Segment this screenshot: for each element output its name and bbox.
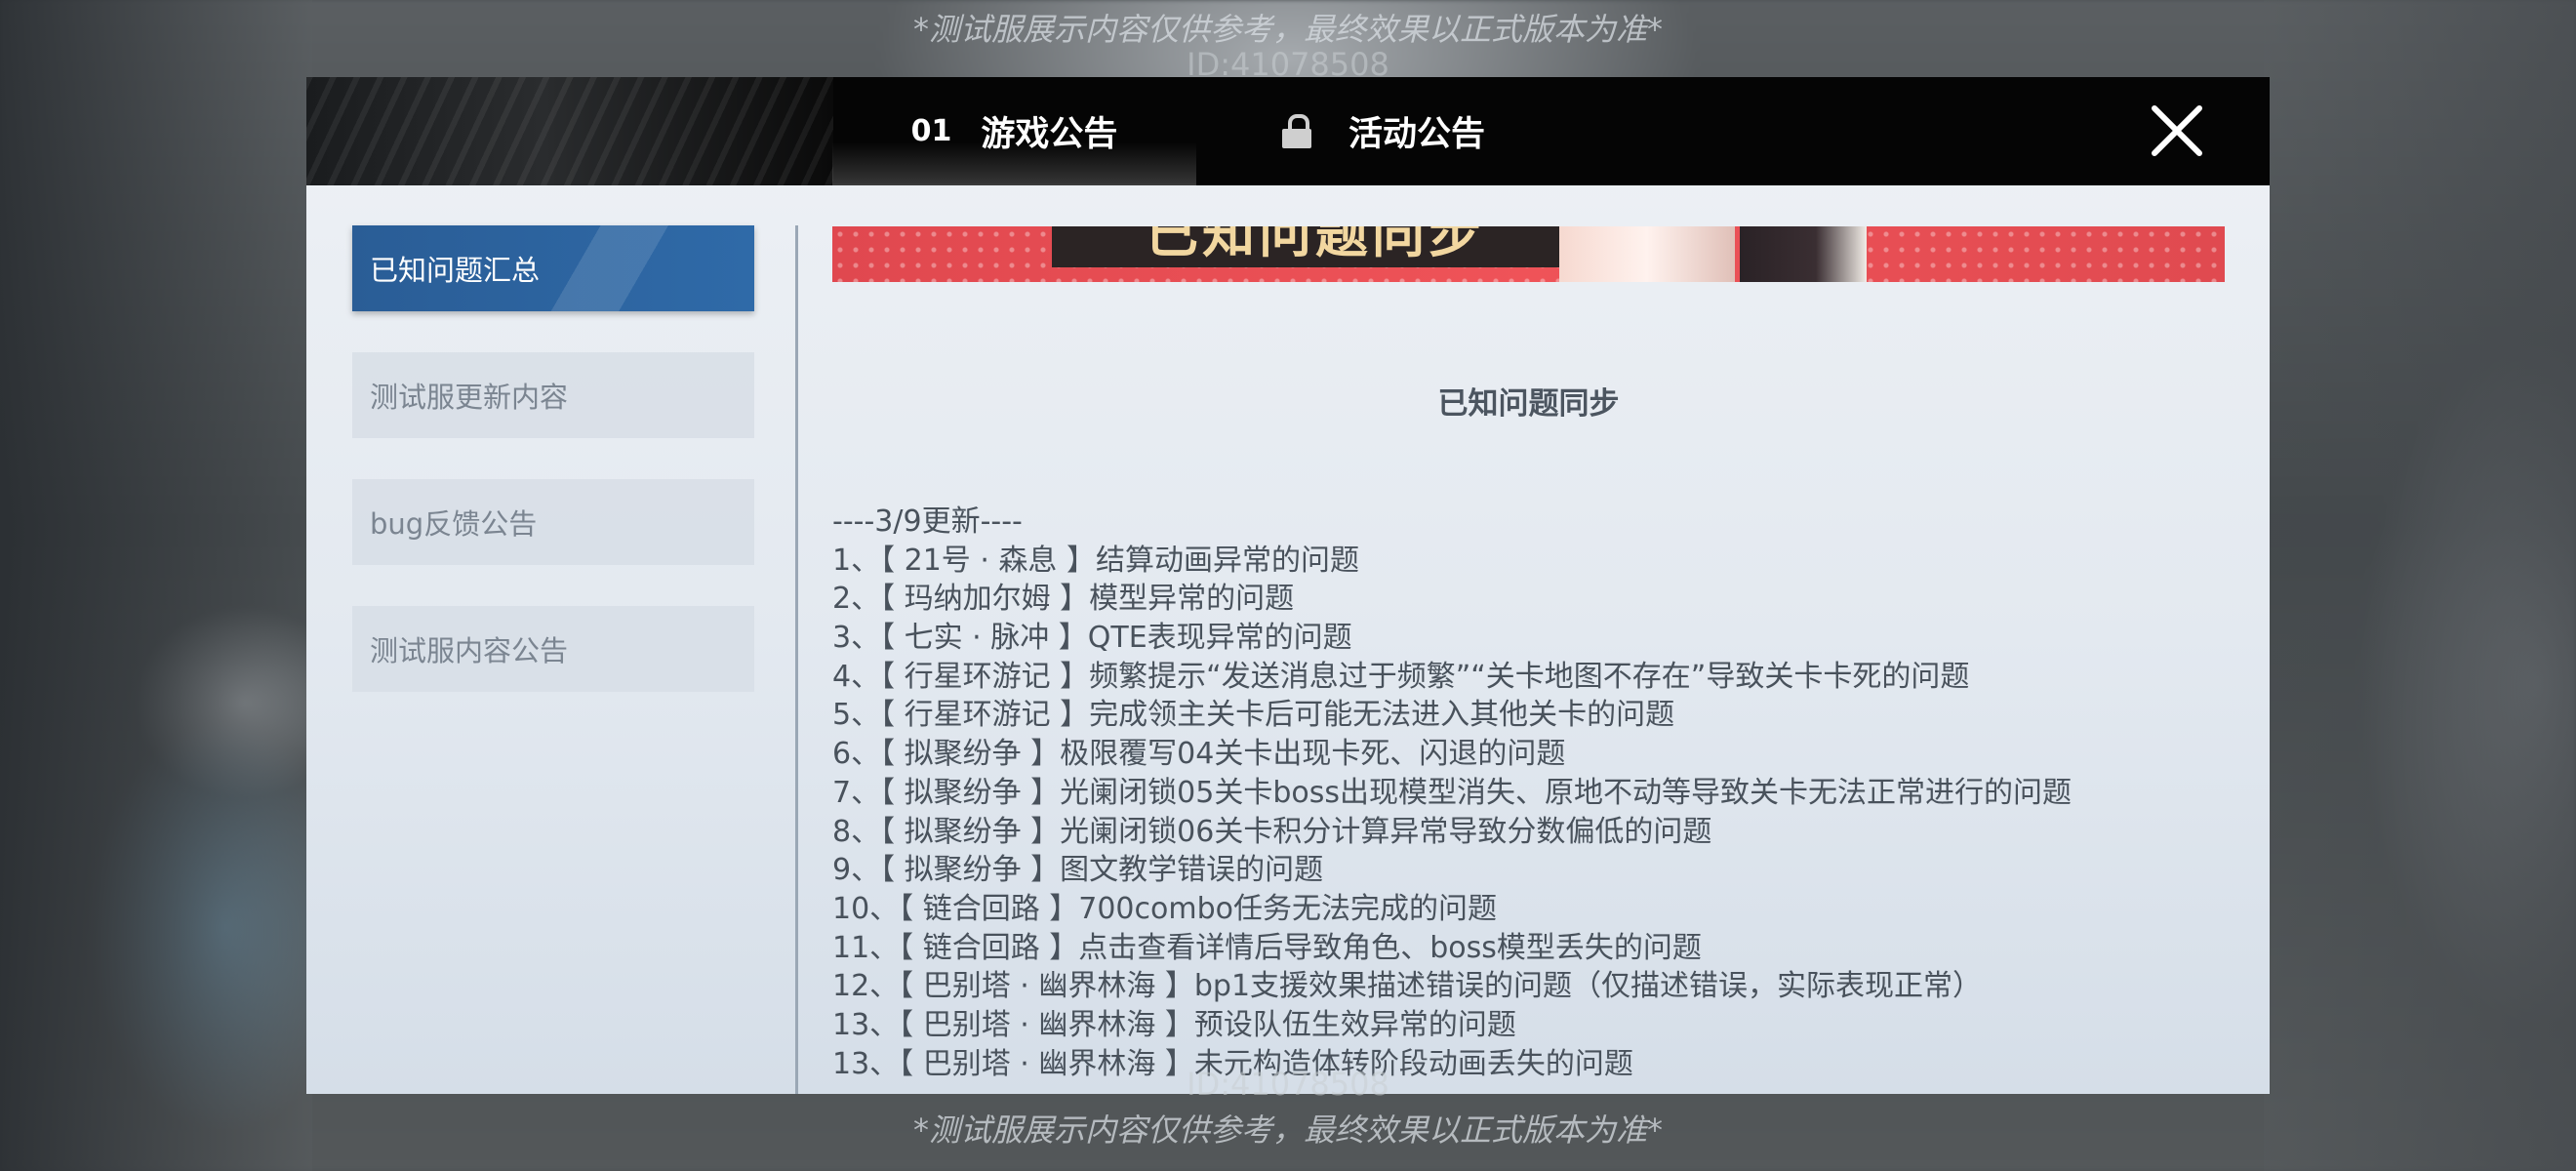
sidebar-item-label: 已知问题汇总 [370,254,541,287]
notice-line: 9、【 拟聚纷争 】图文教学错误的问题 [832,853,1324,888]
tab-game-notice[interactable]: 01 游戏公告 [832,77,1196,185]
notice-line: 13、【 巴别塔 · 幽界林海 】预设队伍生效异常的问题 [832,1007,1516,1042]
notice-title: 已知问题同步 [1437,386,1620,422]
notice-line: ----3/9更新---- [832,505,1023,539]
sidebar-item-test-server-updates[interactable]: 测试服更新内容 [352,352,754,438]
sidebar-divider [795,225,798,1094]
sidebar-item-bug-feedback[interactable]: bug反馈公告 [352,479,754,565]
tab-game-notice-label: 游戏公告 [981,115,1118,154]
sidebar-item-label: 测试服内容公告 [370,634,569,667]
notice-line: 2、【 玛纳加尔姆 】模型异常的问题 [832,582,1295,617]
notice-line: 7、【 拟聚纷争 】光阑闭锁05关卡boss出现模型消失、原地不动等导致关卡无法… [832,775,2072,810]
notice-line: 5、【 行星环游记 】完成领主关卡后可能无法进入其他关卡的问题 [832,698,1675,733]
lock-icon [1282,113,1311,149]
close-button[interactable] [2149,102,2205,159]
sidebar-item-label: 测试服更新内容 [370,381,569,414]
dialog-header: 01 游戏公告 活动公告 [306,77,2270,185]
header-decoration [306,77,833,185]
announcement-dialog: 01 游戏公告 活动公告 已知问题汇总 测试服更新内容 bug反馈公告 测试服内… [306,77,2270,1094]
notice-line: 1、【 21号 · 森息 】结算动画异常的问题 [832,543,1359,578]
notice-line: 12、【 巴别塔 · 幽界林海 】bp1支援效果描述错误的问题（仅描述错误，实际… [832,969,1983,1004]
notice-line: 11、【 链合回路 】点击查看详情后导致角色、boss模型丢失的问题 [832,930,1702,965]
sidebar-item-test-server-content[interactable]: 测试服内容公告 [352,606,754,692]
watermark-id-bottom: ID:41078508 [1187,1066,1389,1103]
watermark-disclaimer-bottom: *测试服展示内容仅供参考，最终效果以正式版本为准* [912,1111,1663,1149]
sidebar-item-known-issues[interactable]: 已知问题汇总 [352,225,754,311]
notice-line: 10、【 链合回路 】700combo任务无法完成的问题 [832,891,1497,926]
banner-character-art [1559,226,1735,282]
banner-character-art-2 [1740,226,1867,282]
background-shade-right [2264,0,2576,1171]
close-icon [2152,105,2202,156]
notice-line: 3、【 七实 · 脉冲 】QTE表现异常的问题 [832,621,1352,656]
tab-event-notice[interactable]: 活动公告 [1282,77,1672,185]
notice-banner-image: 已知问题同步 [832,226,2225,282]
background-shade-left [0,0,312,1171]
banner-title: 已知问题同步 [1052,226,1579,267]
tab-event-notice-label: 活动公告 [1348,115,1486,154]
notice-line: 8、【 拟聚纷争 】光阑闭锁06关卡积分计算异常导致分数偏低的问题 [832,814,1712,849]
tab-number: 01 [910,114,952,148]
sidebar-item-label: bug反馈公告 [370,507,538,541]
notice-body: ----3/9更新---- 1、【 21号 · 森息 】结算动画异常的问题 2、… [832,503,2228,1083]
notice-line: 4、【 行星环游记 】频繁提示“发送消息过于频繁”“关卡地图不存在”导致关卡卡死… [832,659,1970,694]
notice-line: 6、【 拟聚纷争 】极限覆写04关卡出现卡死、闪退的问题 [832,737,1566,772]
watermark-disclaimer-top: *测试服展示内容仅供参考，最终效果以正式版本为准* [912,11,1663,48]
